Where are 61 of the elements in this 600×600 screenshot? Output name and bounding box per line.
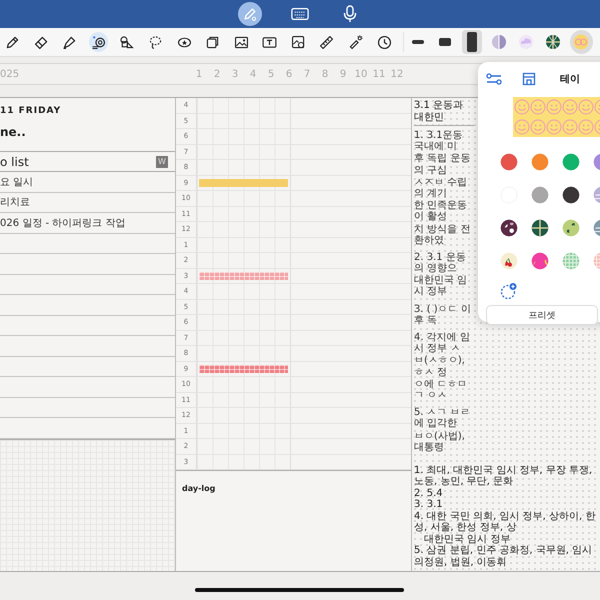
- month-link[interactable]: 8: [316, 68, 334, 80]
- preset-button[interactable]: 프리셋: [486, 305, 598, 325]
- answer-line: 1. 최대, 대한민국 임시 정부, 무장 투쟁, 노동, 농민, 무단, 문화: [414, 464, 594, 488]
- month-link[interactable]: 10: [352, 68, 370, 80]
- notes-title: 3.1 운동과 대한민: [414, 100, 474, 126]
- add-tape-icon[interactable]: [500, 282, 518, 300]
- tape-swatch[interactable]: [562, 186, 580, 204]
- note-line: ㅂㅇ(사법), 대통령: [414, 430, 466, 453]
- year-label: 025: [0, 68, 20, 80]
- month-link[interactable]: 3: [226, 68, 244, 80]
- month-link[interactable]: 9: [334, 68, 352, 80]
- month-link[interactable]: 6: [280, 68, 298, 80]
- tape-swatch[interactable]: [531, 186, 549, 204]
- todo-item: 리치료: [0, 196, 30, 210]
- keyboard-icon: [291, 7, 309, 21]
- note-line: ㅅㅈㅂ 수립의 계기: [414, 176, 468, 200]
- note-line: 1. 3.1운동 국내에 미: [414, 130, 464, 152]
- month-link[interactable]: 12: [388, 68, 406, 80]
- answer-line: 3. 3.1: [414, 499, 444, 510]
- tape-swatch[interactable]: [531, 153, 549, 171]
- settings-sliders-icon[interactable]: [486, 73, 502, 85]
- answer-line: 2. 5.4: [414, 488, 444, 499]
- todo-item: 026 일정 - 하이퍼링크 작업: [0, 216, 126, 230]
- note-line: 후 독립 운동의 구심: [414, 153, 472, 176]
- note-text: ne..: [0, 125, 27, 141]
- weekly-link[interactable]: W: [156, 156, 168, 168]
- store-icon[interactable]: [522, 72, 536, 86]
- note-line: 3. ( )ㅇㄷ 이후 독: [414, 304, 472, 326]
- tape-swatch[interactable]: [531, 219, 549, 237]
- month-link[interactable]: 4: [244, 68, 262, 80]
- tape-swatch[interactable]: [500, 153, 518, 171]
- smiley-tape-swatch-icon[interactable]: [570, 30, 593, 54]
- thick-stroke-icon[interactable]: [462, 30, 482, 54]
- date-heading: 11 FRIDAY: [0, 106, 62, 116]
- note-line: ㅂ(ㅅㅎㅇ), ㅎㅅ 정: [414, 355, 466, 378]
- note-line: ㅇ에 ㄷㅎㅁㄱ ㅇㅅ: [414, 378, 468, 402]
- note-line: 대한민국 임시 정부: [414, 275, 468, 298]
- note-line: 치 방식을 전환하였: [414, 224, 472, 246]
- tape-swatch[interactable]: [531, 252, 549, 270]
- note-line: 한 민족운동이 활성: [414, 200, 468, 222]
- pen-icon: [242, 6, 258, 22]
- month-link[interactable]: 7: [298, 68, 316, 80]
- tape-swatch[interactable]: [500, 219, 518, 237]
- todo-item: 요 일시: [0, 176, 34, 189]
- pen-mode-button[interactable]: [238, 2, 262, 26]
- answer-line: 대한민국 임시 정부: [423, 534, 512, 545]
- day-log-heading: day-log: [182, 484, 216, 493]
- answer-line: 4. 대한 국민 의회, 임시 정부, 상하이, 한성, 서울, 한성 정부, 상: [414, 510, 596, 534]
- note-line: 4. 각지에 임시 정부 ㅅ: [414, 332, 471, 354]
- note-line: 2. 3.1 운동의 영향으: [414, 252, 467, 274]
- popover-title: 테이: [560, 73, 580, 86]
- month-link[interactable]: 11: [370, 68, 388, 80]
- tape-swatch[interactable]: [562, 153, 580, 171]
- todo-heading: o list: [0, 154, 29, 168]
- month-link[interactable]: 1: [190, 68, 208, 80]
- answer-line: 5. 삼권 분립, 민주 공화정, 국무원, 임시 의정원, 법원, 이동휘: [414, 545, 594, 568]
- month-link[interactable]: 2: [208, 68, 226, 80]
- microphone-icon: [343, 5, 357, 23]
- note-line: 5. ㅅㄱ ㅂㄹ에 입각한: [414, 407, 471, 430]
- tape-icon[interactable]: [88, 32, 108, 52]
- month-link[interactable]: 5: [262, 68, 280, 80]
